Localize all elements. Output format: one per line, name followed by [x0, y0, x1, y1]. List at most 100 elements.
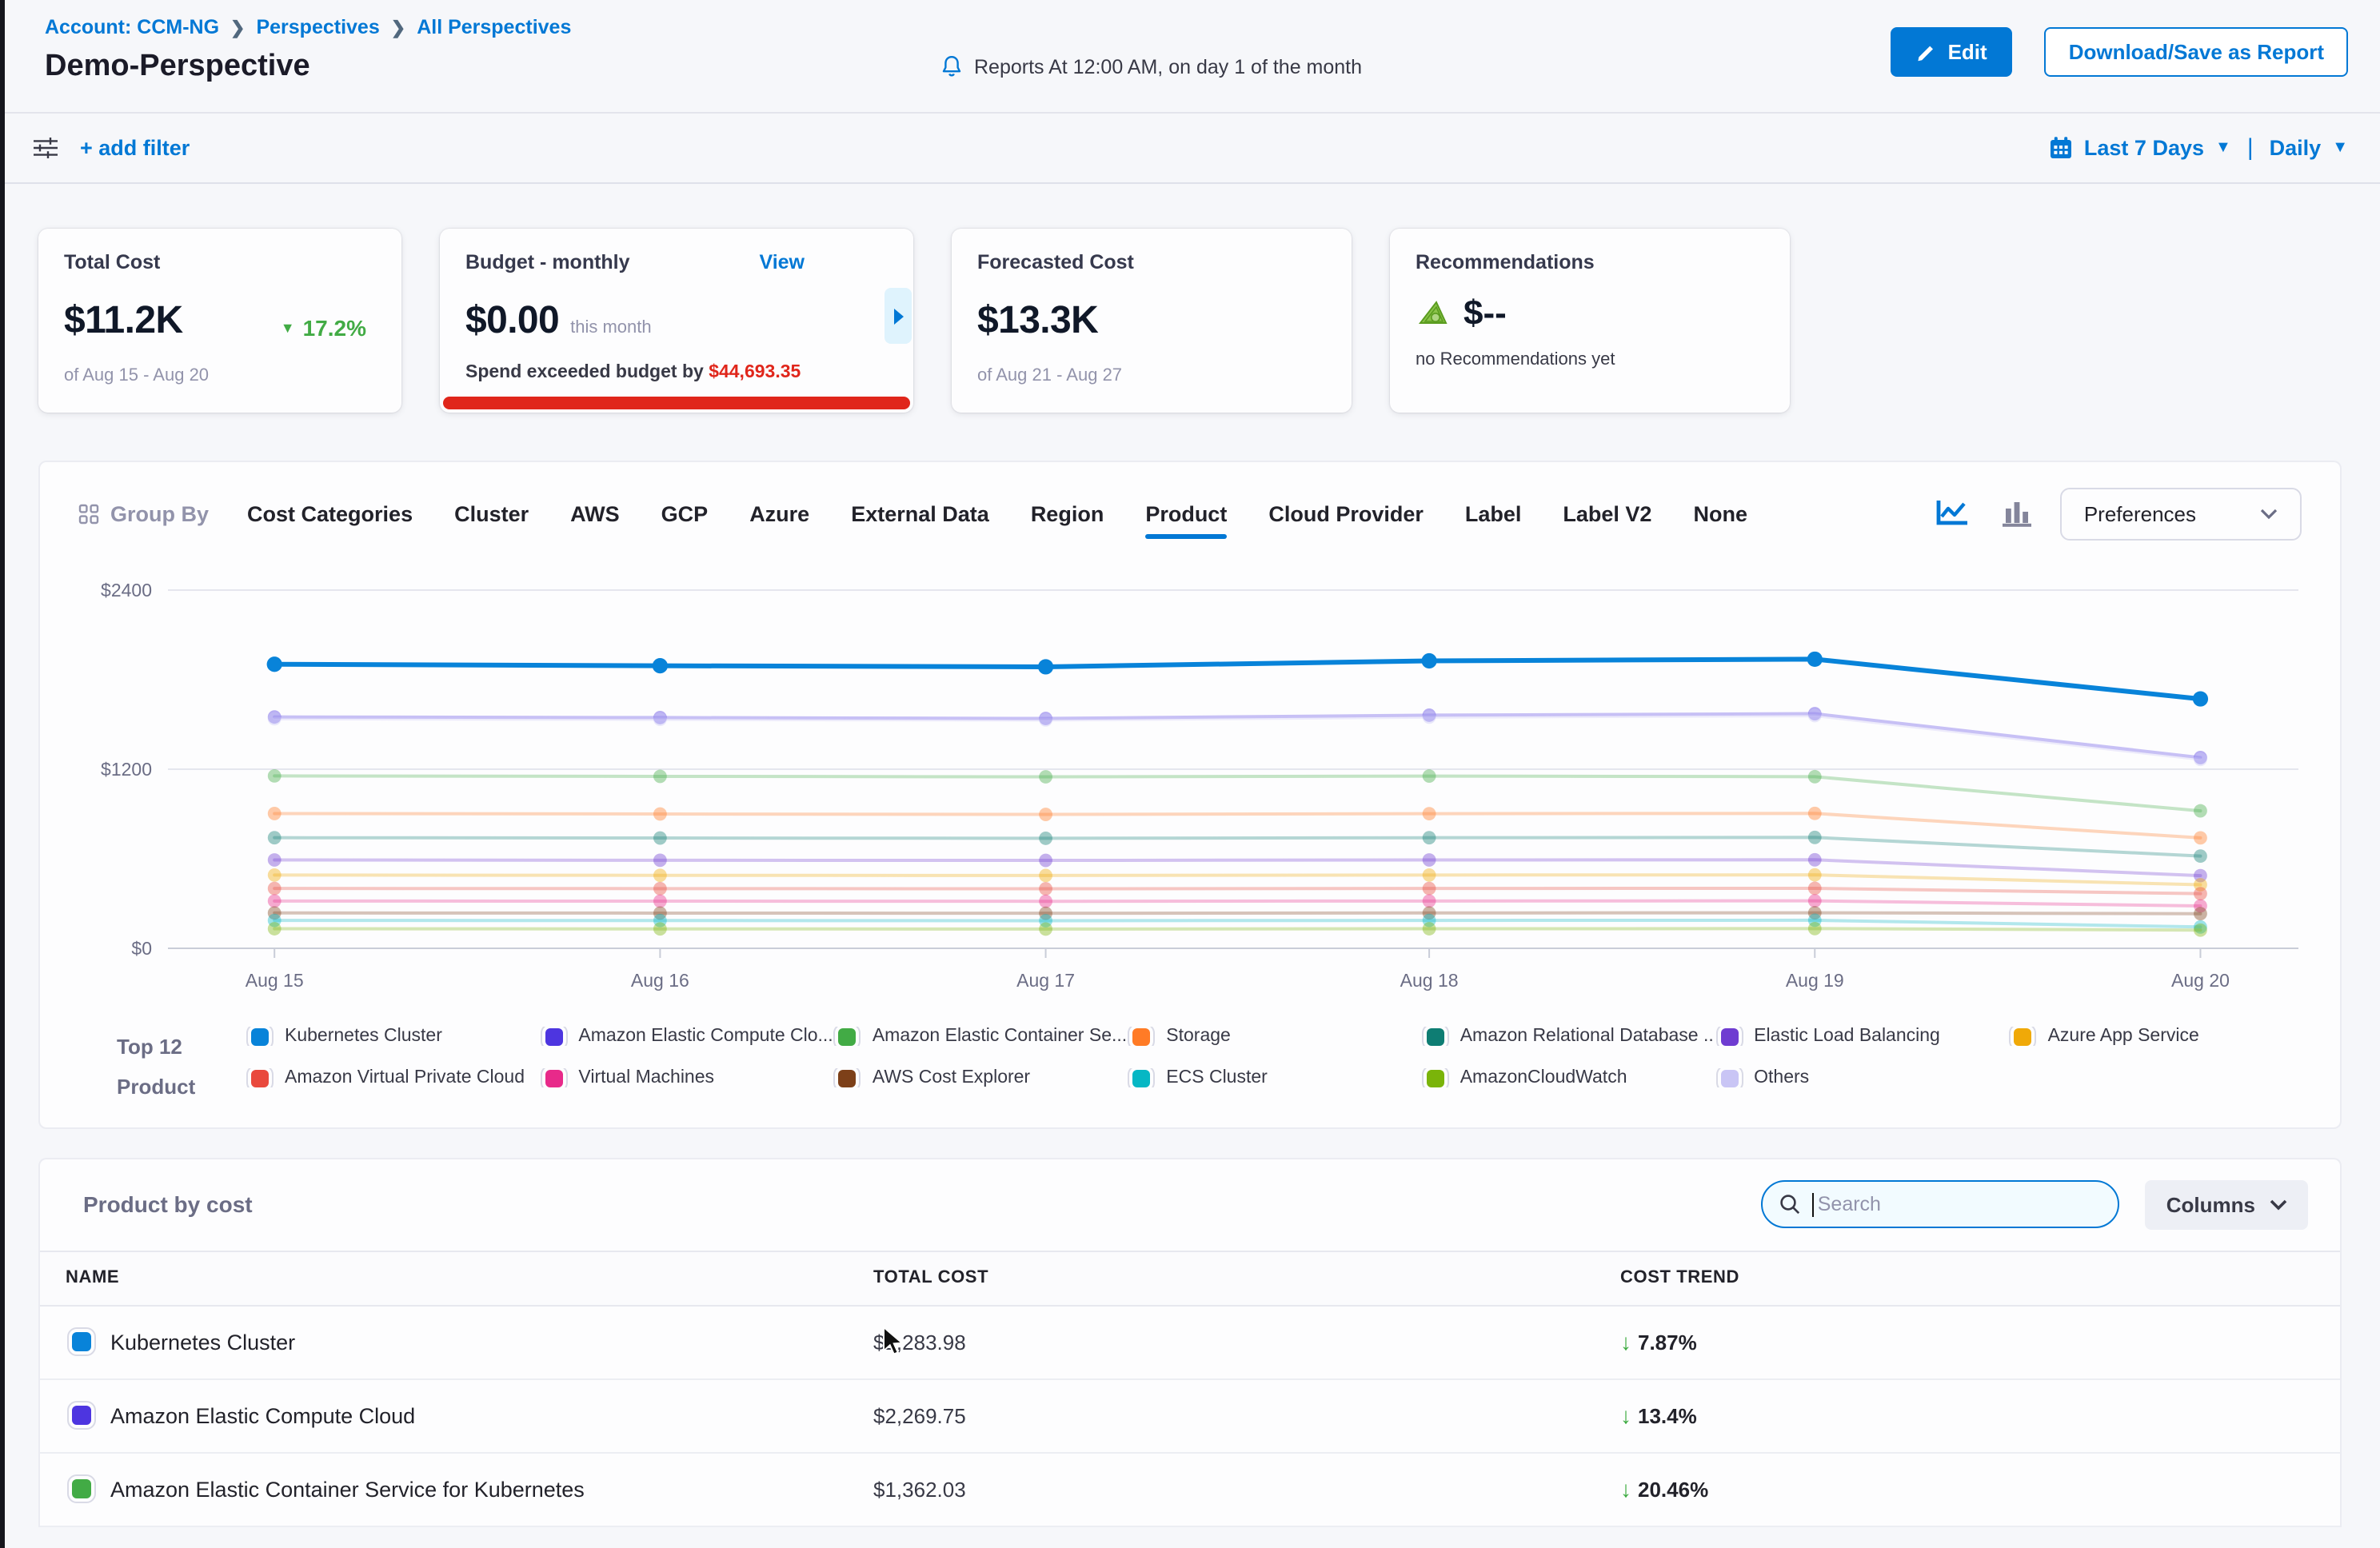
chart-point-others[interactable]: [1808, 709, 1822, 723]
chart-point-amazoncloudwatch[interactable]: [1808, 922, 1822, 936]
chart-point-amazon-relational-database-service[interactable]: [268, 831, 282, 844]
legend-item-kubernetes-cluster[interactable]: Kubernetes Cluster: [245, 1027, 538, 1046]
chart-point-amazon-virtual-private-cloud[interactable]: [653, 882, 667, 896]
tab-label[interactable]: Label: [1465, 489, 1522, 538]
chart-line-ecs-cluster[interactable]: [274, 920, 2200, 927]
chart-point-amazon-elastic-container-service-for-kubernetes[interactable]: [1423, 769, 1436, 783]
chart-point-amazon-virtual-private-cloud[interactable]: [268, 882, 282, 896]
chart-point-elastic-load-balancing[interactable]: [653, 853, 667, 867]
chart-point-amazon-relational-database-service[interactable]: [1808, 831, 1822, 844]
table-row-amazon-elastic-container-service-for-kubernetes[interactable]: Amazon Elastic Container Service for Kub…: [40, 1453, 2340, 1526]
tab-region[interactable]: Region: [1031, 489, 1104, 538]
chart-point-amazon-virtual-private-cloud[interactable]: [1423, 882, 1436, 896]
legend-item-ecs-cluster[interactable]: ECS Cluster: [1126, 1068, 1420, 1087]
chart-point-others[interactable]: [2194, 752, 2207, 766]
chart-point-virtual-machines[interactable]: [1039, 895, 1052, 908]
chart-line-others[interactable]: [274, 716, 2200, 760]
budget-expand-button[interactable]: [885, 288, 912, 344]
tab-cost-categories[interactable]: Cost Categories: [247, 489, 413, 538]
column-header-total-cost[interactable]: TOTAL COST: [873, 1268, 1620, 1287]
column-header-name[interactable]: NAME: [40, 1268, 873, 1287]
budget-view-link[interactable]: View: [759, 251, 805, 273]
chart-point-storage[interactable]: [1808, 807, 1822, 820]
chart-point-amazon-relational-database-service[interactable]: [1039, 832, 1052, 845]
chart-point-storage[interactable]: [268, 807, 282, 820]
chart-line-storage[interactable]: [274, 813, 2200, 838]
tab-product[interactable]: Product: [1145, 489, 1227, 538]
bar-chart-toggle[interactable]: [1996, 494, 2038, 533]
chart-point-elastic-load-balancing[interactable]: [268, 853, 282, 867]
breadcrumb-link-account-ccm-ng[interactable]: Account: CCM-NG: [45, 16, 219, 38]
chart-point-azure-app-service[interactable]: [1423, 868, 1436, 882]
legend-item-elastic-load-balancing[interactable]: Elastic Load Balancing: [1714, 1027, 2007, 1046]
legend-item-amazon-virtual-private-cloud[interactable]: Amazon Virtual Private Cloud: [245, 1068, 538, 1087]
chart-point-amazoncloudwatch[interactable]: [2194, 924, 2207, 937]
chart-line-kubernetes-cluster[interactable]: [274, 659, 2200, 699]
legend-item-amazon-elastic-compute-clo[interactable]: Amazon Elastic Compute Clo...: [538, 1027, 832, 1046]
chart-line-elastic-load-balancing[interactable]: [274, 860, 2200, 876]
breadcrumb-link-all-perspectives[interactable]: All Perspectives: [417, 16, 571, 38]
download-save-report-button[interactable]: Download/Save as Report: [2045, 27, 2348, 77]
legend-item-amazon-relational-database[interactable]: Amazon Relational Database ...: [1420, 1027, 1714, 1046]
chart-point-virtual-machines[interactable]: [1423, 894, 1436, 908]
chart-point-azure-app-service[interactable]: [268, 868, 282, 882]
column-header-cost-trend[interactable]: COST TREND: [1620, 1268, 2340, 1287]
granularity-dropdown[interactable]: Daily ▼: [2270, 136, 2348, 160]
chart-point-azure-app-service[interactable]: [653, 868, 667, 882]
legend-item-others[interactable]: Others: [1714, 1068, 2007, 1087]
chart-line-amazon-virtual-private-cloud[interactable]: [274, 888, 2200, 894]
chart-point-amazon-elastic-container-service-for-kubernetes[interactable]: [268, 769, 282, 783]
chart-point-amazoncloudwatch[interactable]: [1423, 922, 1436, 936]
chart-point-amazon-elastic-container-service-for-kubernetes[interactable]: [2194, 804, 2207, 818]
chart-point-amazon-elastic-container-service-for-kubernetes[interactable]: [1808, 770, 1822, 784]
chart-point-others[interactable]: [268, 712, 282, 726]
legend-item-azure-app-service[interactable]: Azure App Service: [2008, 1027, 2302, 1046]
chart-point-kubernetes-cluster[interactable]: [1038, 659, 1053, 674]
preferences-dropdown[interactable]: Preferences: [2060, 487, 2302, 540]
chart-point-azure-app-service[interactable]: [1039, 869, 1052, 883]
breadcrumb-link-perspectives[interactable]: Perspectives: [256, 16, 379, 38]
chart-line-aws-cost-explorer[interactable]: [274, 913, 2200, 914]
chart-point-virtual-machines[interactable]: [1808, 894, 1822, 908]
chart-point-azure-app-service[interactable]: [1808, 868, 1822, 882]
chart-point-amazoncloudwatch[interactable]: [1039, 923, 1052, 936]
chart-line-azure-app-service[interactable]: [274, 875, 2200, 884]
tab-cloud-provider[interactable]: Cloud Provider: [1268, 489, 1424, 538]
chart-point-amazoncloudwatch[interactable]: [268, 922, 282, 936]
legend-item-virtual-machines[interactable]: Virtual Machines: [538, 1068, 832, 1087]
chart-line-virtual-machines[interactable]: [274, 901, 2200, 906]
add-filter-button[interactable]: + add filter: [80, 136, 190, 160]
tab-external-data[interactable]: External Data: [851, 489, 989, 538]
chart-line-amazoncloudwatch[interactable]: [274, 928, 2200, 930]
chart-point-amazon-elastic-container-service-for-kubernetes[interactable]: [653, 770, 667, 784]
chart-point-amazon-elastic-container-service-for-kubernetes[interactable]: [1039, 770, 1052, 784]
chart-point-amazon-relational-database-service[interactable]: [1423, 831, 1436, 844]
filter-settings-button[interactable]: [22, 126, 67, 170]
chart-point-others[interactable]: [1423, 710, 1436, 724]
chart-point-storage[interactable]: [1039, 808, 1052, 821]
chart-point-amazoncloudwatch[interactable]: [653, 922, 667, 936]
tab-aws[interactable]: AWS: [570, 489, 620, 538]
table-row-amazon-elastic-compute-cloud[interactable]: Amazon Elastic Compute Cloud$2,269.75↓13…: [40, 1379, 2340, 1453]
chart-canvas[interactable]: $0$1200$2400Aug 15Aug 16Aug 17Aug 18Aug …: [78, 568, 2305, 1003]
tab-azure[interactable]: Azure: [749, 489, 809, 538]
tab-gcp[interactable]: GCP: [661, 489, 709, 538]
chart-line-amazon-elastic-container-service-for-kubernetes[interactable]: [274, 776, 2200, 811]
legend-item-aws-cost-explorer[interactable]: AWS Cost Explorer: [833, 1068, 1126, 1087]
chart-point-amazon-virtual-private-cloud[interactable]: [1039, 882, 1052, 896]
chart-point-kubernetes-cluster[interactable]: [653, 658, 668, 673]
chart-point-storage[interactable]: [1423, 807, 1436, 820]
tab-label-v2[interactable]: Label V2: [1563, 489, 1651, 538]
columns-dropdown[interactable]: Columns: [2146, 1179, 2308, 1229]
chart-point-storage[interactable]: [653, 808, 667, 821]
chart-point-elastic-load-balancing[interactable]: [1808, 853, 1822, 867]
chart-point-kubernetes-cluster[interactable]: [1421, 653, 1436, 668]
chart-point-virtual-machines[interactable]: [268, 894, 282, 908]
legend-item-amazoncloudwatch[interactable]: AmazonCloudWatch: [1420, 1068, 1714, 1087]
chart-point-others[interactable]: [653, 712, 667, 726]
time-range-dropdown[interactable]: Last 7 Days ▼: [2049, 136, 2231, 160]
chart-line-amazon-relational-database-service[interactable]: [274, 837, 2200, 856]
legend-item-amazon-elastic-container-se[interactable]: Amazon Elastic Container Se...: [833, 1027, 1126, 1046]
chart-point-kubernetes-cluster[interactable]: [267, 656, 282, 672]
legend-item-storage[interactable]: Storage: [1126, 1027, 1420, 1046]
